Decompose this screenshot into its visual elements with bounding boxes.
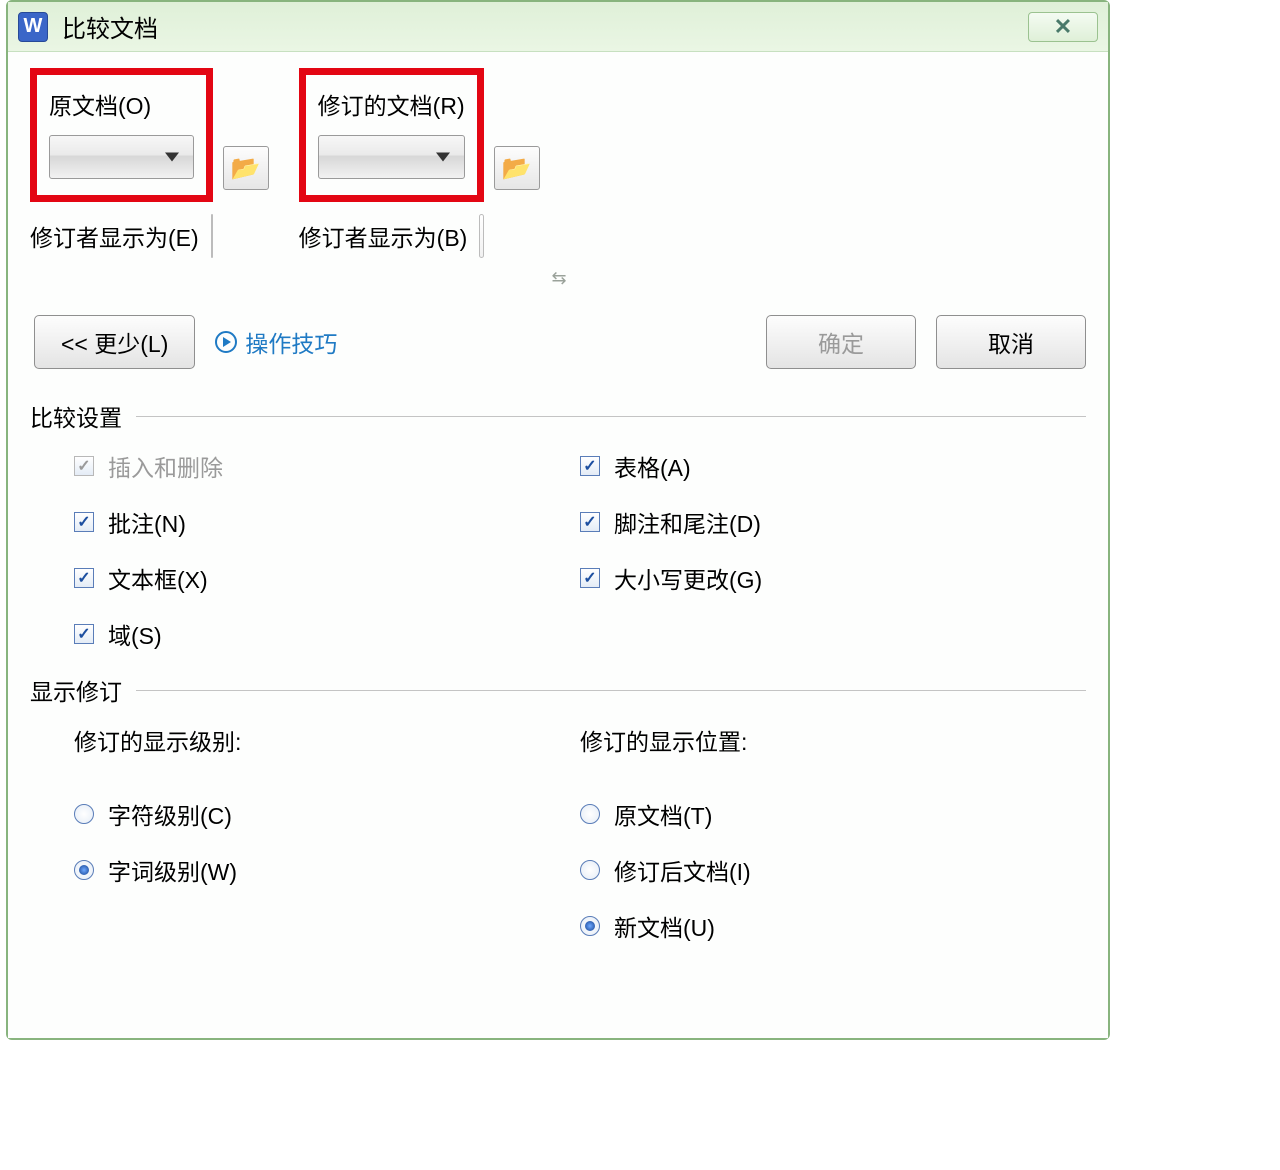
checkbox-case-changes[interactable]: 大小写更改(G) (580, 561, 1086, 595)
less-options-button[interactable]: << 更少(L) (34, 315, 195, 369)
revised-doc-highlight: 修订的文档(R) (299, 68, 484, 202)
revised-doc-label: 修订的文档(R) (318, 87, 465, 121)
checkbox-label: 文本框(X) (108, 561, 208, 595)
compare-settings-title: 比较设置 (30, 399, 122, 433)
checkbox-icon (74, 512, 94, 532)
change-level-label: 修订的显示级别: (74, 723, 580, 757)
checkbox-label: 插入和删除 (108, 449, 223, 483)
dialog-body: 原文档(O) 修订者显示为(E) 📂 (8, 52, 1108, 1038)
radio-label: 新文档(U) (614, 909, 715, 943)
revised-editor-label: 修订者显示为(B) (299, 219, 468, 253)
revised-doc-combobox[interactable] (318, 135, 465, 179)
radio-icon (580, 804, 600, 824)
checkbox-tables[interactable]: 表格(A) (580, 449, 1086, 483)
checkbox-fields[interactable]: 域(S) (74, 617, 580, 651)
original-doc-highlight: 原文档(O) (30, 68, 213, 202)
app-icon: W (18, 12, 48, 42)
radio-location-newdoc[interactable]: 新文档(U) (580, 909, 1086, 943)
checkbox-icon (74, 456, 94, 476)
original-editor-label: 修订者显示为(E) (30, 219, 199, 253)
revised-editor-input[interactable] (479, 214, 483, 258)
radio-icon (580, 860, 600, 880)
checkbox-label: 批注(N) (108, 505, 186, 539)
change-location-label: 修订的显示位置: (580, 723, 1086, 757)
radio-label: 原文档(T) (614, 797, 712, 831)
revised-doc-group: 修订的文档(R) 修订者显示为(B) 📂 (299, 68, 540, 258)
dialog-compare-documents: W 比较文档 ✕ 原文档(O) 修订者显示为(E) (6, 0, 1110, 1040)
show-changes-section: 显示修订 修订的显示级别: 字符级别(C) 字词级别(W) 修订的显示位 (30, 673, 1086, 943)
checkbox-label: 表格(A) (614, 449, 691, 483)
tips-label: 操作技巧 (245, 325, 337, 359)
divider (136, 416, 1086, 417)
tips-link[interactable]: 操作技巧 (215, 325, 337, 359)
checkbox-icon (580, 456, 600, 476)
radio-location-revised[interactable]: 修订后文档(I) (580, 853, 1086, 887)
checkbox-label: 脚注和尾注(D) (614, 505, 761, 539)
checkbox-icon (74, 568, 94, 588)
checkbox-textboxes[interactable]: 文本框(X) (74, 561, 580, 595)
radio-icon (74, 804, 94, 824)
radio-word-level[interactable]: 字词级别(W) (74, 853, 580, 887)
radio-label: 字词级别(W) (108, 853, 237, 887)
radio-label: 修订后文档(I) (614, 853, 751, 887)
original-doc-combobox[interactable] (49, 135, 194, 179)
checkbox-icon (74, 624, 94, 644)
radio-icon (580, 916, 600, 936)
checkbox-icon (580, 512, 600, 532)
radio-icon (74, 860, 94, 880)
original-editor-row: 修订者显示为(E) (30, 214, 213, 258)
original-doc-group: 原文档(O) 修订者显示为(E) 📂 (30, 68, 269, 258)
swap-documents-icon[interactable]: ⇆ (551, 268, 564, 289)
checkbox-footnotes[interactable]: 脚注和尾注(D) (580, 505, 1086, 539)
original-browse-button[interactable]: 📂 (223, 146, 269, 190)
titlebar: W 比较文档 ✕ (8, 2, 1108, 52)
document-picker-row: 原文档(O) 修订者显示为(E) 📂 (30, 68, 1086, 258)
dialog-title: 比较文档 (62, 9, 158, 44)
folder-icon: 📂 (502, 154, 532, 183)
radio-label: 字符级别(C) (108, 797, 232, 831)
close-button[interactable]: ✕ (1028, 12, 1098, 42)
play-icon (215, 331, 237, 353)
compare-settings-section: 比较设置 插入和删除 批注(N) 文本框(X) (30, 399, 1086, 651)
original-editor-input[interactable] (211, 214, 213, 258)
divider (136, 690, 1086, 691)
checkbox-label: 域(S) (108, 617, 162, 651)
radio-location-original[interactable]: 原文档(T) (580, 797, 1086, 831)
folder-icon: 📂 (231, 154, 261, 183)
checkbox-label: 大小写更改(G) (614, 561, 762, 595)
checkbox-comments[interactable]: 批注(N) (74, 505, 580, 539)
checkbox-inserts-deletes: 插入和删除 (74, 449, 580, 483)
cancel-button[interactable]: 取消 (936, 315, 1086, 369)
actions-row: << 更少(L) 操作技巧 确定 取消 (34, 315, 1086, 369)
ok-button[interactable]: 确定 (766, 315, 916, 369)
checkbox-icon (580, 568, 600, 588)
revised-editor-row: 修订者显示为(B) (299, 214, 484, 258)
original-doc-label: 原文档(O) (49, 87, 194, 121)
revised-browse-button[interactable]: 📂 (494, 146, 540, 190)
show-changes-title: 显示修订 (30, 673, 122, 707)
radio-char-level[interactable]: 字符级别(C) (74, 797, 580, 831)
